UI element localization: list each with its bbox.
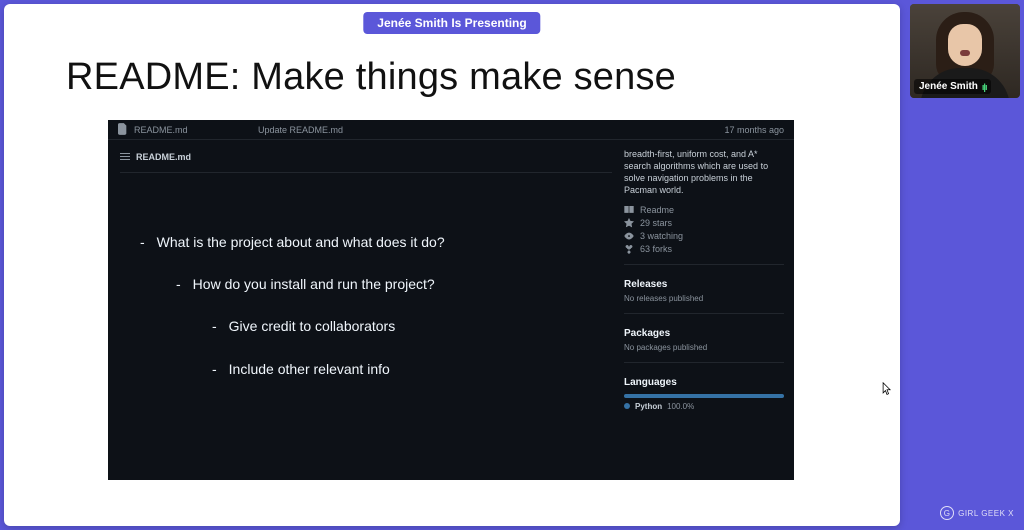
commit-when: 17 months ago <box>724 125 784 135</box>
meta-watching: 3 watching <box>624 231 784 241</box>
commit-message: Update README.md <box>238 125 724 135</box>
presenter-name-overlay: Jenée Smith ı|ı <box>914 79 991 94</box>
languages-heading: Languages <box>624 377 784 388</box>
bullet-item: -Give credit to collaborators <box>212 317 612 335</box>
brand-text: GIRL GEEK X <box>958 509 1014 518</box>
fork-icon <box>624 244 634 254</box>
presenter-name-text: Jenée Smith <box>919 81 978 92</box>
bullet-text: How do you install and run the project? <box>193 275 435 293</box>
presentation-panel: Jenée Smith Is Presenting README: Make t… <box>4 4 900 526</box>
eye-icon <box>624 231 634 241</box>
slide-title: README: Make things make sense <box>66 56 676 99</box>
brand-logo-icon: G <box>940 506 954 520</box>
bullet-text: Give credit to collaborators <box>229 317 396 335</box>
outline-icon <box>120 153 130 161</box>
meta-label: 63 forks <box>640 244 672 254</box>
bullet-item: -How do you install and run the project? <box>176 275 612 293</box>
meta-label: Readme <box>640 205 674 215</box>
presenter-badge: Jenée Smith Is Presenting <box>363 12 540 34</box>
meta-forks: 63 forks <box>624 244 784 254</box>
meta-label: 3 watching <box>640 231 683 241</box>
bullet-text: Include other relevant info <box>229 360 390 378</box>
github-screenshot: README.md Update README.md 17 months ago… <box>108 120 794 480</box>
star-icon <box>624 218 634 228</box>
readme-bullets: -What is the project about and what does… <box>120 233 612 378</box>
repo-description: breadth-first, uniform cost, and A* sear… <box>624 148 784 197</box>
github-sidebar: breadth-first, uniform cost, and A* sear… <box>624 140 794 480</box>
releases-sub: No releases published <box>624 294 784 303</box>
mic-active-icon: ı|ı <box>982 82 987 92</box>
language-pct: 100.0% <box>667 402 694 411</box>
readme-panel: README.md -What is the project about and… <box>108 140 624 480</box>
releases-heading: Releases <box>624 279 784 290</box>
language-dot <box>624 403 630 409</box>
file-name: README.md <box>134 125 188 135</box>
packages-heading: Packages <box>624 328 784 339</box>
language-name: Python <box>635 402 662 411</box>
meta-label: 29 stars <box>640 218 672 228</box>
readme-header-text: README.md <box>136 152 191 162</box>
meta-stars: 29 stars <box>624 218 784 228</box>
packages-sub: No packages published <box>624 343 784 352</box>
meta-readme: Readme <box>624 205 784 215</box>
file-icon <box>118 123 128 137</box>
book-icon <box>624 205 634 215</box>
github-file-row: README.md Update README.md 17 months ago <box>108 120 794 140</box>
brand-watermark: G GIRL GEEK X <box>940 506 1014 520</box>
bullet-item: -What is the project about and what does… <box>140 233 612 251</box>
bullet-text: What is the project about and what does … <box>157 233 445 251</box>
language-row: Python 100.0% <box>624 402 784 411</box>
languages-bar <box>624 394 784 398</box>
bullet-item: -Include other relevant info <box>212 360 612 378</box>
presenter-webcam[interactable]: Jenée Smith ı|ı <box>910 4 1020 98</box>
